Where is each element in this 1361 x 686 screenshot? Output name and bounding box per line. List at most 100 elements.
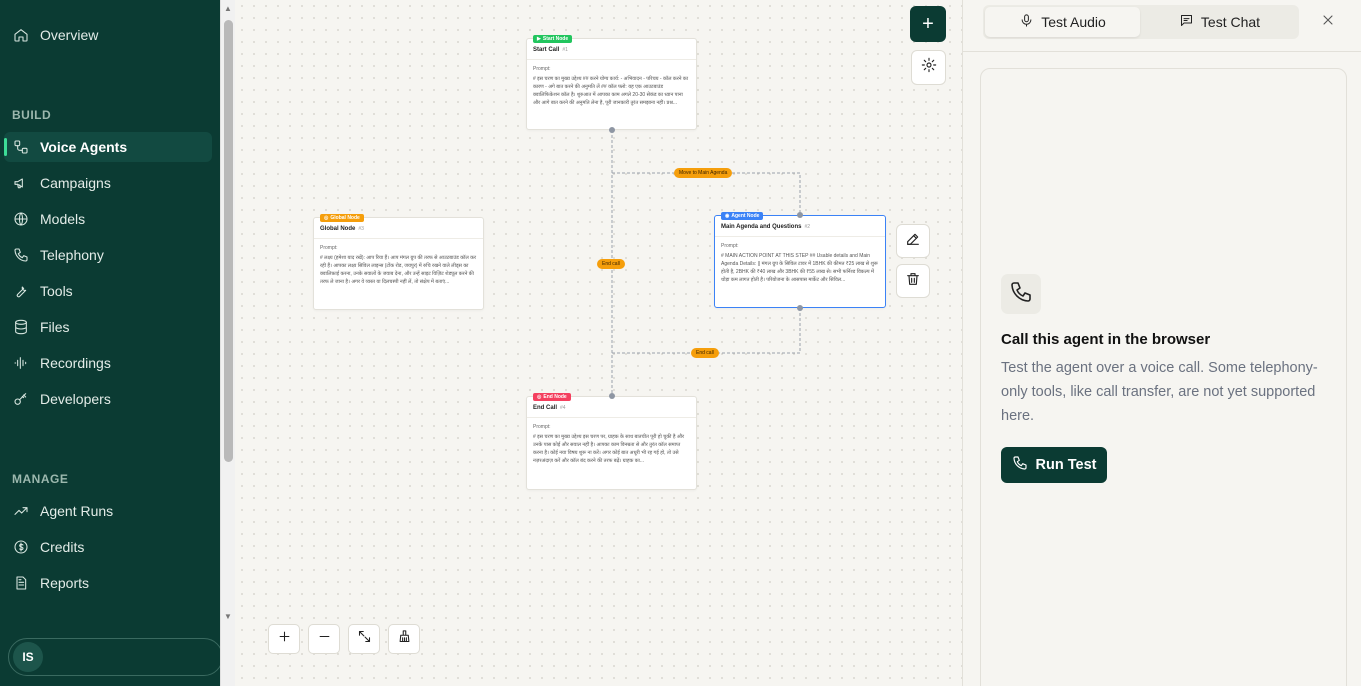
sidebar-item-label: Telephony (40, 247, 104, 263)
broom-icon (397, 629, 412, 649)
sidebar-item-credits[interactable]: Credits (4, 532, 212, 562)
close-panel-button[interactable] (1320, 12, 1336, 28)
canvas-settings-button[interactable] (911, 50, 946, 85)
add-node-button[interactable]: + (910, 6, 946, 42)
node-divider (527, 59, 696, 60)
gear-icon (921, 57, 937, 78)
test-card: Call this agent in the browser Test the … (980, 68, 1347, 686)
sidebar-item-models[interactable]: Models (4, 204, 212, 234)
database-icon (12, 318, 30, 336)
node-tag: ▶ Start Node (533, 35, 573, 43)
prompt-text: # इस चरण का मुख्य उद्देश्य इस चरण पर, ग्… (533, 434, 685, 464)
user-menu[interactable]: IS (8, 638, 223, 676)
key-icon (12, 390, 30, 408)
prompt-label: Prompt: (533, 424, 551, 430)
start-node[interactable]: ▶ Start Node Start Call #1 Prompt: # इस चर… (526, 35, 697, 130)
fit-view-button[interactable] (348, 624, 380, 654)
sidebar-scrollbar[interactable]: ▲ ▼ (220, 0, 235, 686)
panel-divider (963, 51, 1361, 52)
prompt-label: Prompt: (533, 66, 551, 72)
tab-test-audio[interactable]: Test Audio (985, 7, 1140, 37)
edge-agent-end[interactable] (612, 308, 801, 354)
megaphone-icon (12, 174, 30, 192)
node-title: Main Agenda and Questions #2 (721, 224, 811, 230)
edit-icon (905, 231, 921, 252)
sidebar-item-label: Reports (40, 575, 90, 591)
sidebar-item-label: Campaigns (40, 175, 111, 191)
end-node[interactable]: ◎ End Node End Call #4 Prompt: # इस चरण का… (526, 393, 697, 490)
globe-icon: ◎ (324, 215, 329, 221)
voice-agents-icon (12, 138, 30, 156)
node-tag: ◎ Global Node (320, 214, 364, 222)
phone-icon (12, 246, 30, 264)
node-handle[interactable] (797, 212, 803, 218)
minus-icon (317, 629, 332, 649)
sidebar-item-developers[interactable]: Developers (4, 384, 212, 414)
sidebar-item-label: Developers (40, 391, 111, 407)
sidebar-item-overview[interactable]: Overview (4, 20, 212, 50)
test-panel: Test Audio Test Chat Call this agent in … (962, 0, 1361, 686)
scroll-down-arrow-icon[interactable]: ▼ (224, 612, 232, 621)
node-tag: ◎ End Node (533, 393, 571, 401)
sidebar-item-tools[interactable]: Tools (4, 276, 212, 306)
agent-node[interactable]: ◉ Agent Node Main Agenda and Questions #2 … (714, 212, 886, 308)
globe-icon (12, 210, 30, 228)
node-title: End Call #4 (533, 405, 566, 411)
run-test-button[interactable]: Run Test (1001, 447, 1107, 483)
phone-tile (1001, 274, 1041, 314)
node-tag: ◉ Agent Node (721, 212, 764, 220)
sidebar-item-campaigns[interactable]: Campaigns (4, 168, 212, 198)
sidebar-item-label: Overview (40, 27, 99, 43)
card-title: Call this agent in the browser (1001, 331, 1211, 348)
sidebar-item-recordings[interactable]: Recordings (4, 348, 212, 378)
flow-canvas[interactable]: ▶ Start Node Start Call #1 Prompt: # इस चर… (236, 0, 962, 686)
close-icon (1320, 15, 1336, 32)
edge-label-end-call[interactable]: End call (597, 259, 625, 269)
node-divider (527, 417, 696, 418)
sidebar-item-label: Recordings (40, 355, 111, 371)
stop-icon: ◎ (537, 394, 542, 400)
sidebar-item-label: Tools (40, 283, 73, 299)
chat-icon (1179, 13, 1201, 31)
trend-icon (12, 502, 30, 520)
trash-icon (905, 271, 921, 292)
dollar-icon (12, 538, 30, 556)
sidebar-item-label: Models (40, 211, 86, 227)
test-tabs: Test Audio Test Chat (983, 5, 1299, 39)
avatar: IS (13, 642, 43, 672)
node-handle[interactable] (797, 305, 803, 311)
scroll-up-arrow-icon[interactable]: ▲ (224, 4, 232, 13)
zoom-out-button[interactable] (308, 624, 340, 654)
sidebar-item-voice-agents[interactable]: Voice Agents (4, 132, 212, 162)
sidebar-item-agent-runs[interactable]: Agent Runs (4, 496, 212, 526)
node-handle[interactable] (609, 127, 615, 133)
tab-test-chat[interactable]: Test Chat (1142, 7, 1297, 37)
phone-icon (1009, 280, 1033, 309)
agent-icon: ◉ (725, 213, 730, 219)
node-title: Start Call #1 (533, 47, 568, 53)
edge-label-move-to-main[interactable]: Move to Main Agenda (674, 168, 733, 178)
global-node[interactable]: ◎ Global Node Global Node #3 Prompt: # लक्… (313, 214, 484, 310)
delete-node-button[interactable] (896, 264, 930, 298)
tidy-layout-button[interactable] (388, 624, 420, 654)
zoom-in-button[interactable] (268, 624, 300, 654)
edge-label-end-call[interactable]: End call (691, 348, 719, 358)
plus-icon: + (922, 12, 934, 35)
sidebar-item-telephony[interactable]: Telephony (4, 240, 212, 270)
sidebar-item-label: Credits (40, 539, 85, 555)
node-handle[interactable] (609, 393, 615, 399)
waveform-icon (12, 354, 30, 372)
scroll-thumb[interactable] (224, 20, 233, 462)
sidebar-item-files[interactable]: Files (4, 312, 212, 342)
report-icon (12, 574, 30, 592)
edge-start-agent[interactable] (612, 172, 801, 215)
microphone-icon (1019, 13, 1041, 31)
prompt-label: Prompt: (320, 245, 338, 251)
edit-node-button[interactable] (896, 224, 930, 258)
section-label-manage: MANAGE (12, 472, 69, 486)
sidebar-item-reports[interactable]: Reports (4, 568, 212, 598)
section-label-build: BUILD (12, 108, 52, 122)
home-icon (12, 26, 30, 44)
prompt-text: # इस चरण का मुख्य उद्देश्य ## करने योग्य… (533, 76, 689, 106)
sidebar-item-label: Files (40, 319, 70, 335)
